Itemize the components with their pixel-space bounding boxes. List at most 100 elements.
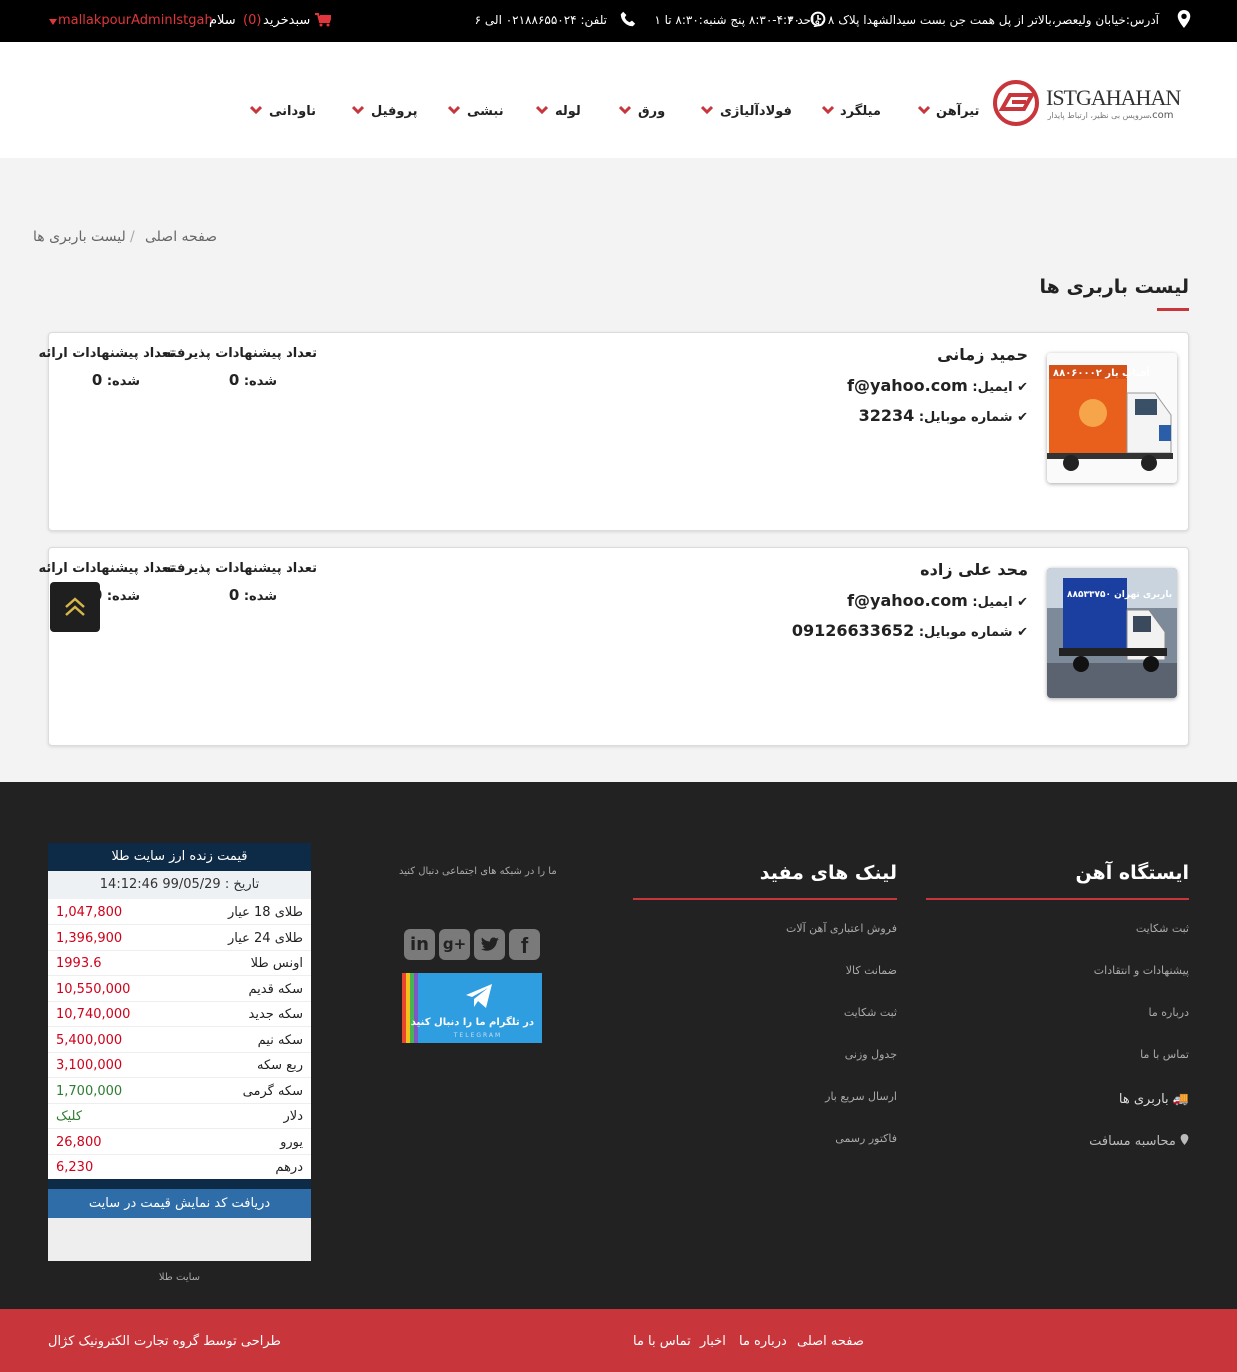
offered-label: تعداد پیشنهادات ارائه bbox=[38, 561, 174, 576]
clock-icon bbox=[810, 11, 826, 27]
footer-link-contact[interactable]: تماس با ما bbox=[1140, 1048, 1189, 1061]
bottom-link-home[interactable]: صفحه اصلی bbox=[797, 1334, 864, 1349]
footer-link-credit-sale[interactable]: فروش اعتباری آهن آلات bbox=[786, 922, 897, 935]
gold-price-row: سکه جدید 10,740,000 bbox=[48, 1002, 311, 1027]
bottom-link-contact[interactable]: تماس با ما bbox=[633, 1334, 691, 1349]
linkedin-icon[interactable]: in bbox=[404, 929, 435, 960]
topbar-hours: ۸:۳۰-۴:۳۰ پنج شنبه:۸:۳۰ تا ۱ bbox=[654, 13, 800, 27]
cart-icon[interactable] bbox=[315, 13, 331, 27]
gold-price-value: 1,700,000 bbox=[56, 1083, 123, 1099]
email-value: f@yahoo.com bbox=[847, 376, 968, 395]
footer-link-complaint[interactable]: ثبت شکایت bbox=[1136, 922, 1189, 935]
nav-item-channel[interactable]: ناودانی bbox=[269, 104, 316, 119]
scroll-to-top-button[interactable] bbox=[50, 582, 100, 632]
mobile-value: 32234 bbox=[858, 406, 915, 425]
footer-link-invoice[interactable]: فاکتور رسمی bbox=[835, 1132, 897, 1145]
topbar-address: آدرس:خیابان ولیعصر،بالاتر از پل همت جن ب… bbox=[787, 13, 1159, 27]
nav-item-steel-beam[interactable]: تیرآهن bbox=[936, 104, 979, 119]
accepted-value: 0 bbox=[228, 371, 240, 389]
footer-link-suggestions[interactable]: پیشنهادات و انتقادات bbox=[1094, 964, 1189, 977]
nav-item-sheet[interactable]: ورق bbox=[638, 104, 665, 119]
email-label: ایمیل: bbox=[972, 595, 1013, 610]
gold-price-label: طلای 24 عیار bbox=[227, 930, 303, 946]
gold-price-value: 1,047,800 bbox=[56, 905, 123, 920]
google-plus-icon[interactable]: g+ bbox=[439, 929, 470, 960]
nav-item-profile[interactable]: پروفیل bbox=[371, 104, 417, 119]
footer-col1-divider bbox=[926, 898, 1189, 900]
footer-link-about[interactable]: درباره ما bbox=[1149, 1006, 1189, 1019]
page-title: لیست باربری ها bbox=[1039, 276, 1189, 298]
top-bar: آدرس:خیابان ولیعصر،بالاتر از پل همت جن ب… bbox=[0, 0, 1237, 42]
chevron-down-icon bbox=[619, 105, 631, 115]
accepted-offers-stat: تعداد پیشنهادات پذیرفته شده: 0 bbox=[164, 556, 317, 610]
gold-price-label: طلای 18 عیار bbox=[227, 905, 303, 920]
check-icon: ✔ bbox=[1017, 625, 1028, 640]
gold-price-row: ربع سکه 3,100,000 bbox=[48, 1053, 311, 1078]
accepted-suffix: شده: bbox=[243, 589, 277, 604]
telegram-banner[interactable]: در تلگرام ما را دنبال کنید TELEGRAM bbox=[402, 973, 542, 1043]
footer-link-complaint-2[interactable]: ثبت شکایت bbox=[844, 1006, 897, 1019]
nav-item-pipe[interactable]: لوله bbox=[555, 104, 581, 119]
cart-count[interactable]: (0) bbox=[243, 13, 261, 28]
carrier-photo[interactable]: آفتاب بار ۸۸۰۶۰۰۰۲ bbox=[1047, 353, 1177, 483]
footer-link-carriers-label: باربری ها bbox=[1118, 1092, 1169, 1107]
carrier-mobile-row: ✔ شماره موبایل: 09126633652 bbox=[792, 621, 1028, 640]
footer-link-fast-shipping[interactable]: ارسال سریع بار bbox=[825, 1090, 897, 1103]
gold-site-credit[interactable]: سایت طلا bbox=[48, 1272, 311, 1283]
gold-price-label: ربع سکه bbox=[257, 1058, 303, 1073]
accepted-label: تعداد پیشنهادات پذیرفته bbox=[163, 346, 317, 361]
gold-price-value: 1,396,900 bbox=[56, 930, 123, 946]
email-value: f@yahoo.com bbox=[847, 591, 968, 610]
footer-link-distance[interactable]: محاسبه مسافت bbox=[1089, 1134, 1189, 1149]
gold-widget-title: قیمت زنده ارز سایت طلا bbox=[48, 843, 311, 871]
nav-item-angle[interactable]: نبشی bbox=[467, 104, 504, 119]
gold-price-label: سکه گرمی bbox=[242, 1083, 303, 1099]
carrier-card: باربری تهران ۸۸۵۳۳۷۵۰ محد علی زاده ✔ ایم… bbox=[39, 547, 1189, 746]
caret-down-icon[interactable] bbox=[49, 19, 57, 25]
telegram-icon bbox=[466, 984, 492, 1008]
gold-price-value: 6,230 bbox=[56, 1160, 94, 1175]
user-cart-area: mallakpourAdminIstgah سلام (0) سبدخرید bbox=[49, 13, 331, 31]
gold-price-row: دلار کلیک bbox=[48, 1104, 311, 1129]
footer-col1-heading: ایستگاه آهن bbox=[1075, 862, 1189, 884]
carrier-mobile-row: ✔ شماره موبایل: 32234 bbox=[859, 406, 1028, 425]
facebook-icon[interactable]: f bbox=[509, 929, 540, 960]
designer-credit: طراحی توسط گروه تجارت الکترونیک کژال bbox=[48, 1334, 281, 1349]
gold-price-row: سکه قدیم 10,550,000 bbox=[48, 977, 311, 1002]
gold-price-label: یورو bbox=[280, 1134, 303, 1150]
accepted-label: تعداد پیشنهادات پذیرفته bbox=[163, 561, 317, 576]
phone-icon bbox=[620, 11, 636, 27]
title-underline bbox=[1157, 308, 1189, 311]
carrier-card: آفتاب بار ۸۸۰۶۰۰۰۲ حمید زمانی ✔ ایمیل: f… bbox=[39, 332, 1189, 531]
nav-item-rebar[interactable]: میلگرد bbox=[840, 104, 881, 119]
breadcrumb-home[interactable]: صفحه اصلی bbox=[145, 229, 217, 245]
gold-price-label: سکه قدیم bbox=[248, 981, 303, 997]
gold-price-value: 5,400,000 bbox=[56, 1032, 123, 1048]
gold-price-list: طلای 18 عیار 1,047,800 طلای 24 عیار 1,396,9… bbox=[48, 900, 311, 1180]
gold-price-value: کلیک bbox=[56, 1109, 83, 1124]
gold-price-row: طلای 24 عیار 1,396,900 bbox=[48, 926, 311, 951]
get-widget-code-button[interactable]: دریافت کد نمایش قیمت در سایت bbox=[48, 1189, 311, 1218]
twitter-bird-glyph bbox=[481, 937, 499, 951]
carrier-name: محد علی زاده bbox=[920, 560, 1028, 579]
gold-price-value: 10,740,000 bbox=[56, 1007, 131, 1022]
twitter-icon[interactable] bbox=[474, 929, 505, 960]
greeting: سلام bbox=[209, 13, 236, 28]
bottom-link-news[interactable]: اخبار bbox=[700, 1334, 726, 1349]
mobile-value: 09126633652 bbox=[791, 621, 915, 640]
chevron-down-icon bbox=[250, 105, 262, 115]
footer-link-warranty[interactable]: ضمانت کالا bbox=[846, 964, 897, 977]
chevron-down-icon bbox=[536, 105, 548, 115]
chevron-down-icon bbox=[918, 105, 930, 115]
nav-item-alloy-steel[interactable]: فولادآلیاژی bbox=[720, 104, 792, 119]
bottom-link-about[interactable]: درباره ما bbox=[739, 1334, 787, 1349]
map-marker-icon bbox=[1180, 1134, 1189, 1145]
chevron-down-icon bbox=[701, 105, 713, 115]
username-link[interactable]: mallakpourAdminIstgah bbox=[58, 13, 213, 28]
check-icon: ✔ bbox=[1017, 380, 1028, 395]
cart-label[interactable]: سبدخرید bbox=[263, 13, 310, 28]
carrier-photo[interactable]: باربری تهران ۸۸۵۳۳۷۵۰ bbox=[1047, 568, 1177, 698]
footer-link-carriers[interactable]: 🚚 باربری ها bbox=[1119, 1092, 1189, 1107]
telegram-sub: TELEGRAM bbox=[453, 1032, 503, 1039]
footer-link-weight-table[interactable]: جدول وزنی bbox=[845, 1048, 897, 1061]
